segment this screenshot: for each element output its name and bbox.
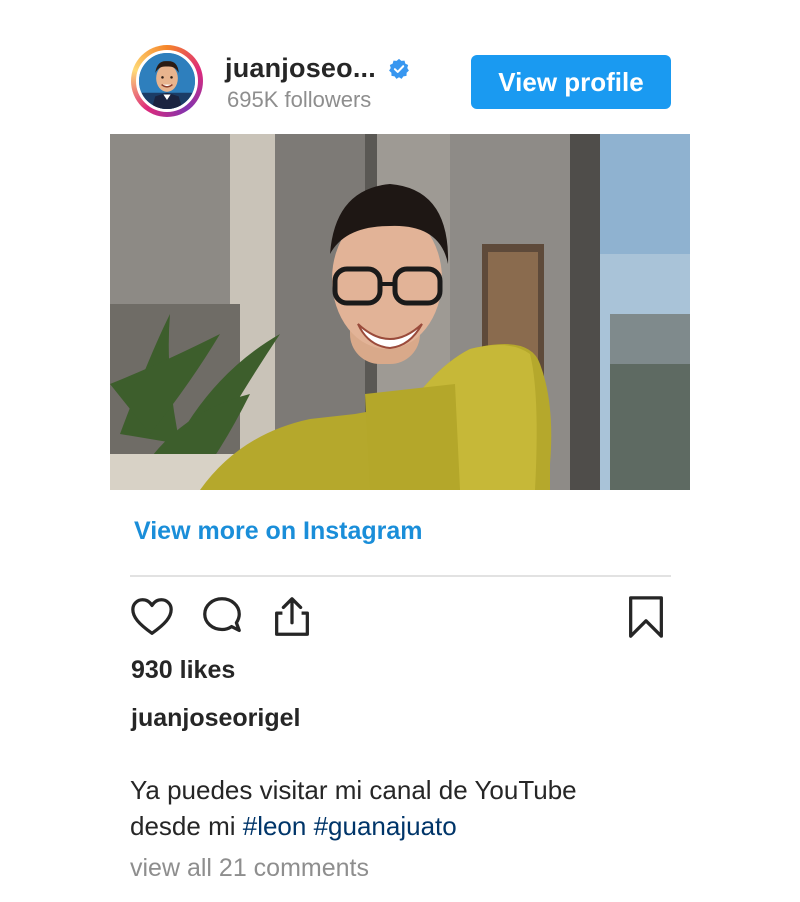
follower-count: 695K followers <box>227 87 372 112</box>
verified-badge-icon <box>389 58 409 79</box>
post-author[interactable]: juanjoseorigel <box>131 704 300 733</box>
divider <box>130 575 671 577</box>
like-count[interactable]: 930 likes <box>131 656 235 685</box>
hashtag-leon[interactable]: #leon <box>243 811 307 841</box>
caption-line-1: Ya puedes visitar mi canal de YouTube <box>130 775 577 805</box>
action-bar <box>129 594 669 640</box>
avatar-image <box>136 50 198 112</box>
username[interactable]: juanjoseo... <box>225 53 376 84</box>
hashtag-guanajuato[interactable]: #guanajuato <box>314 811 457 841</box>
share-icon[interactable] <box>269 594 315 640</box>
post-header: juanjoseo... 695K followers View profile <box>131 45 671 120</box>
caption-line-2: desde mi #leon #guanajuato <box>130 808 690 844</box>
username-row: juanjoseo... <box>225 53 410 84</box>
post-caption: Ya puedes visitar mi canal de YouTube de… <box>130 772 690 844</box>
view-all-comments-link[interactable]: view all 21 comments <box>130 854 369 883</box>
view-more-on-instagram-link[interactable]: View more on Instagram <box>134 517 423 546</box>
view-profile-button[interactable]: View profile <box>471 55 671 109</box>
comment-icon[interactable] <box>199 594 245 640</box>
post-photo[interactable] <box>110 134 690 490</box>
bookmark-icon[interactable] <box>623 594 669 640</box>
heart-icon[interactable] <box>129 594 175 640</box>
caption-line-2-prefix: desde mi <box>130 811 243 841</box>
profile-avatar[interactable] <box>131 45 203 117</box>
